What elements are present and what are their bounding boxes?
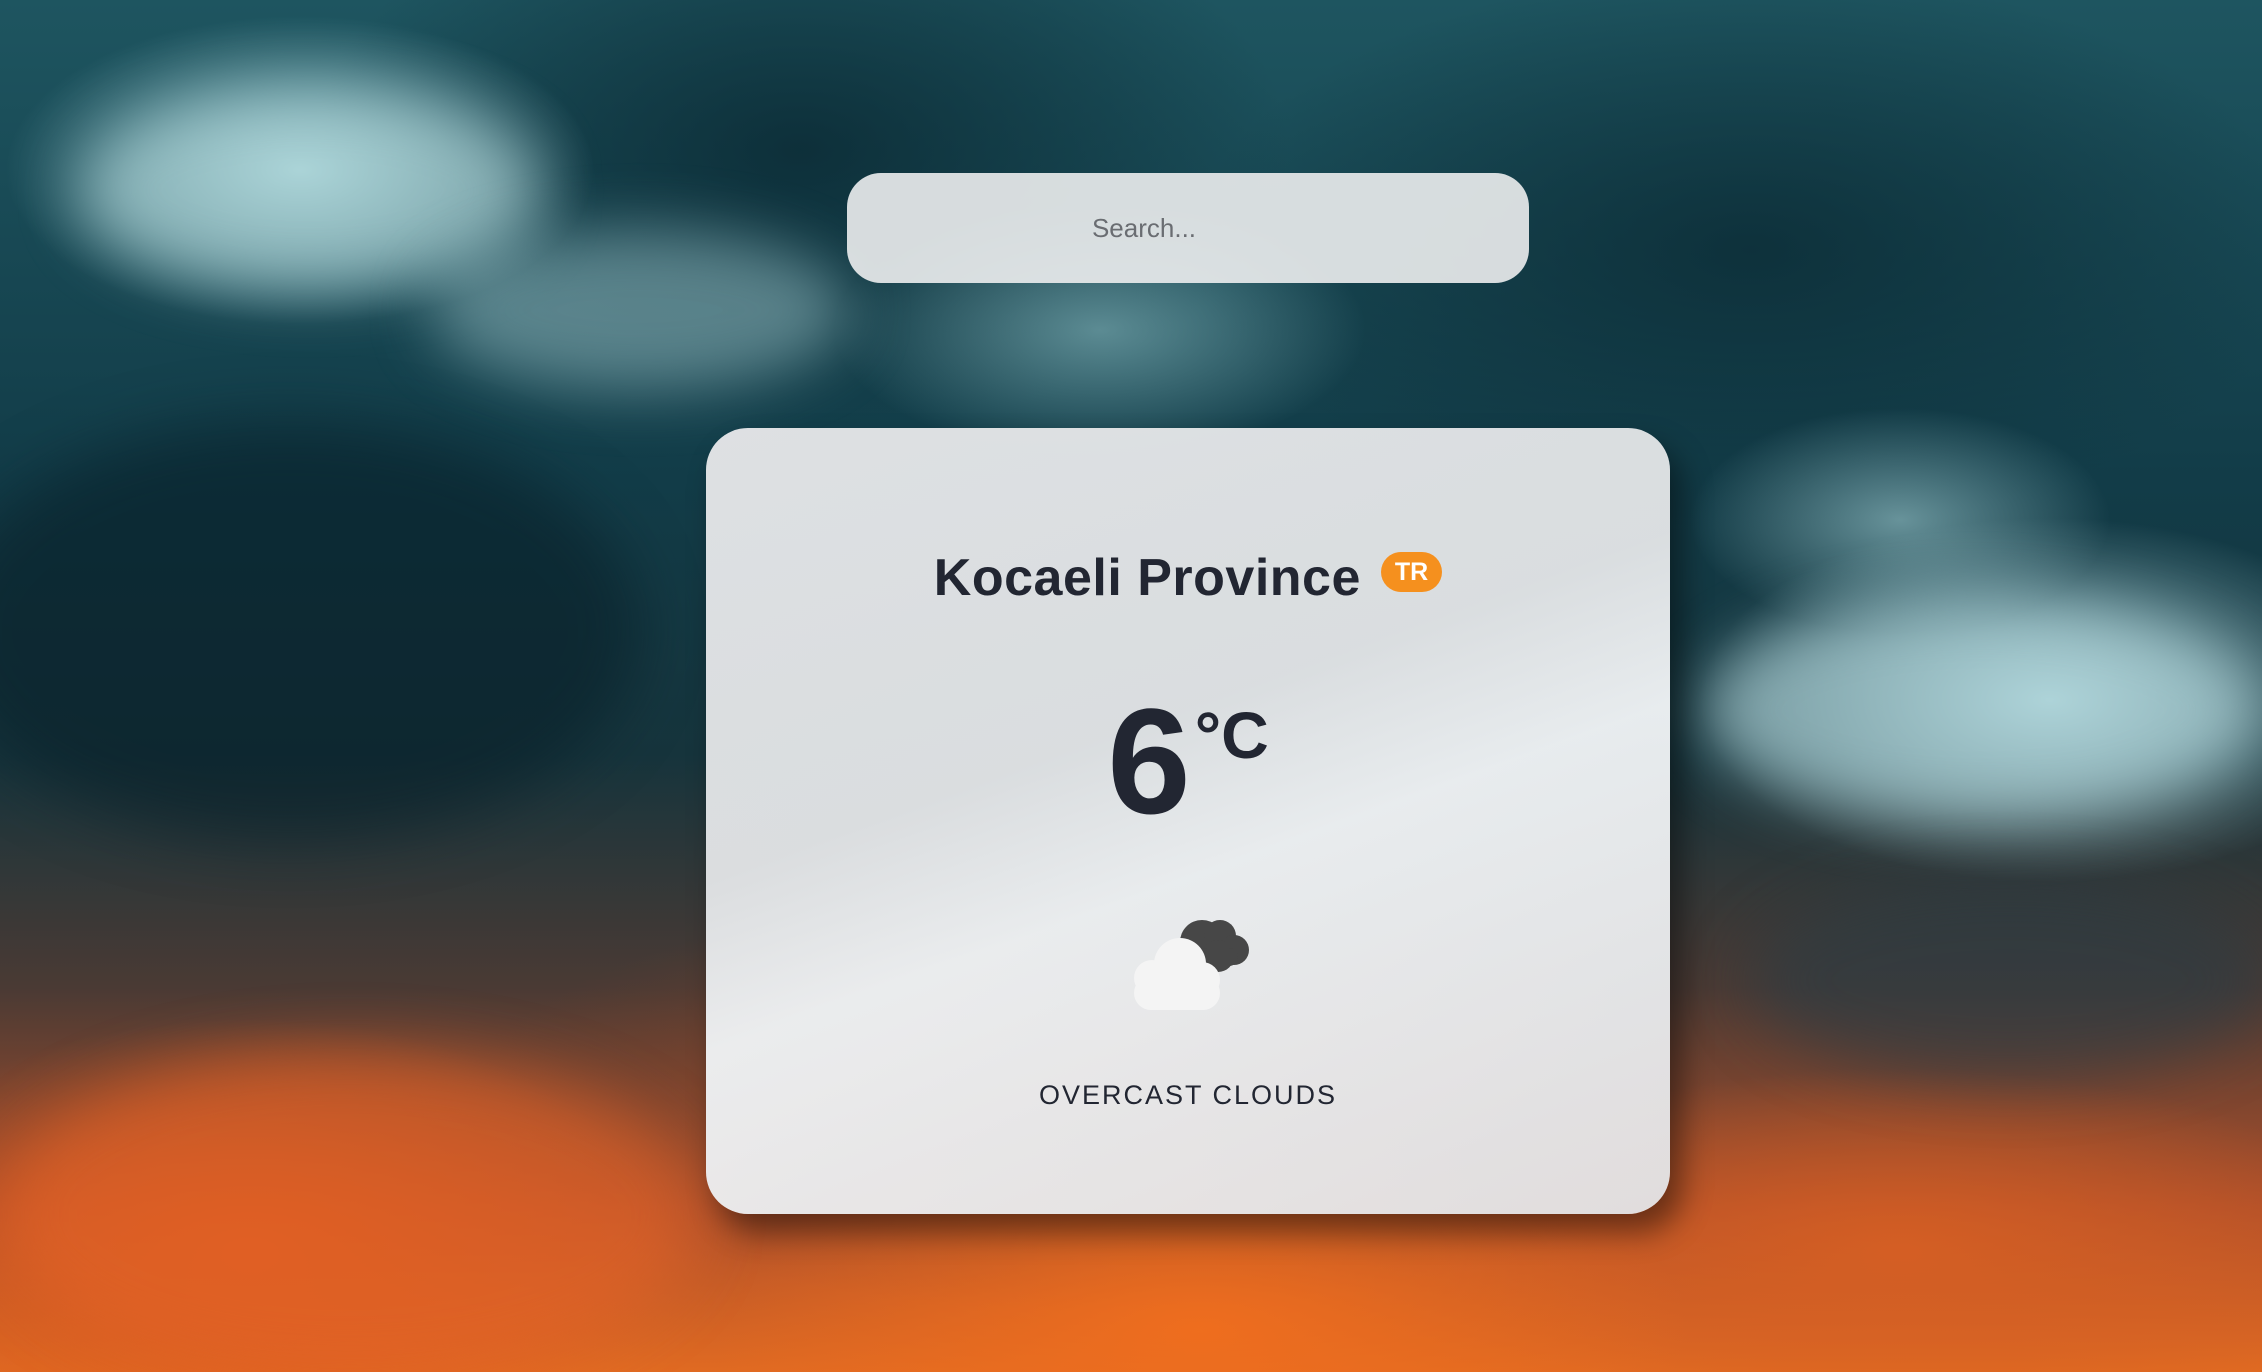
location-header: Kocaeli Province TR	[706, 548, 1670, 608]
weather-description: OVERCAST CLOUDS	[1038, 1080, 1338, 1110]
search-input[interactable]	[847, 173, 1529, 283]
weather-card: Kocaeli Province TR 6 °C OVERCAST CLOUDS	[706, 428, 1670, 1214]
temperature-display: 6 °C	[706, 686, 1670, 836]
overcast-clouds-icon	[1114, 906, 1264, 1016]
temperature-value: 6	[1107, 677, 1191, 845]
city-name: Kocaeli Province	[933, 549, 1361, 607]
search-bar[interactable]	[847, 173, 1529, 283]
temperature-unit: °C	[1194, 698, 1269, 772]
country-code-badge: TR	[1380, 552, 1443, 592]
